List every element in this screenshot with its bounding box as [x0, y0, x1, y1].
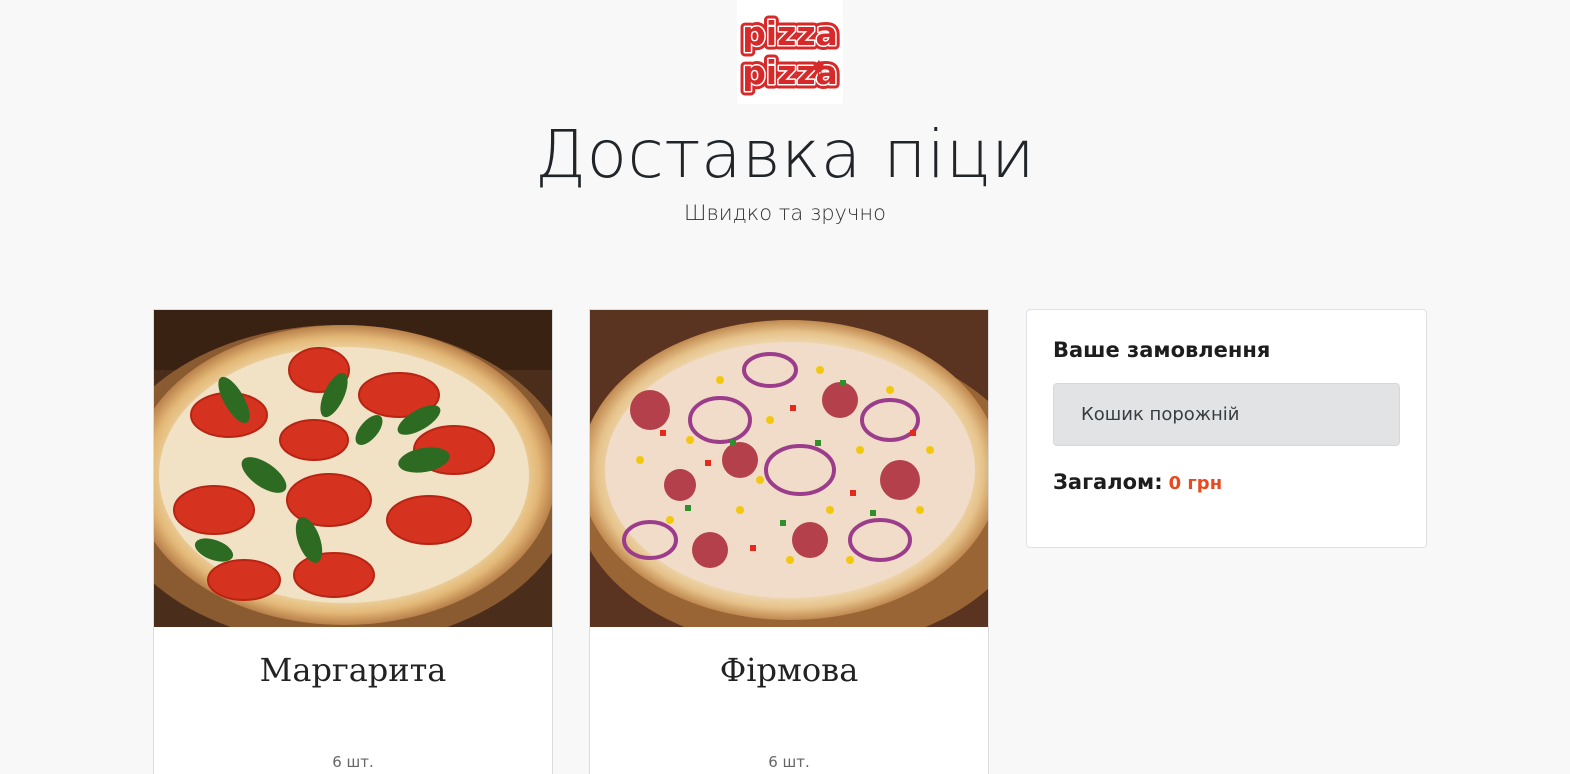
order-heading: Ваше замовлення: [1053, 338, 1271, 362]
page-title: Доставка піци: [534, 116, 1036, 193]
product-name: Фірмова: [719, 651, 859, 689]
svg-text:pizza: pizza: [742, 53, 838, 92]
product-quantity: 6 шт.: [332, 753, 374, 771]
page-subtitle: Швидко та зручно: [684, 201, 886, 225]
product-card-signature[interactable]: Фірмова 6 шт.: [589, 309, 989, 774]
product-card-margherita[interactable]: Маргарита 6 шт.: [153, 309, 553, 774]
product-name: Маргарита: [259, 651, 447, 689]
cart-empty-alert: Кошик порожній: [1053, 383, 1400, 446]
order-panel: Ваше замовлення Кошик порожній Загалом: 0…: [1026, 309, 1427, 548]
pizza-margherita-image: [154, 310, 552, 627]
logo-graphic: pizza pizza pizza pizza pizza pizza: [738, 10, 843, 97]
total-value: 0 грн: [1168, 473, 1223, 494]
product-quantity: 6 шт.: [768, 753, 810, 771]
order-total: Загалом: 0 грн: [1053, 470, 1222, 494]
pizza-signature-image: [590, 310, 988, 627]
svg-text:pizza: pizza: [742, 14, 838, 53]
page: pizza pizza pizza pizza pizza pizza Дост…: [0, 0, 1570, 774]
pizza-pizza-logo[interactable]: pizza pizza pizza pizza pizza pizza: [737, 0, 843, 104]
cart-empty-text: Кошик порожній: [1081, 404, 1240, 425]
total-label: Загалом:: [1053, 470, 1163, 494]
